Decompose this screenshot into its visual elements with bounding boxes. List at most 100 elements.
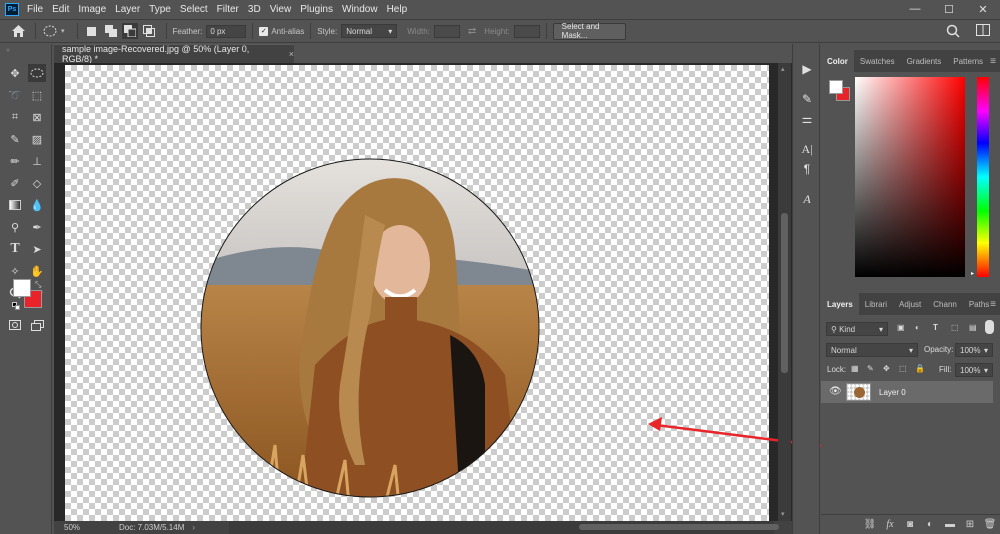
- group-folder-icon[interactable]: ▬: [940, 519, 960, 530]
- eraser-tool-icon[interactable]: ◇: [28, 174, 46, 192]
- panel-menu-icon[interactable]: ≡: [990, 299, 996, 310]
- menu-help[interactable]: Help: [387, 4, 408, 15]
- foreground-color-swatch[interactable]: [13, 279, 31, 297]
- link-icon[interactable]: ⛓: [860, 519, 880, 530]
- menu-type[interactable]: Type: [149, 4, 171, 15]
- pen-tool-icon[interactable]: ✒: [28, 218, 46, 236]
- maximize-button[interactable]: ☐: [932, 0, 966, 18]
- visibility-eye-icon[interactable]: 👁: [829, 386, 842, 397]
- select-and-mask-button[interactable]: Select and Mask...: [552, 22, 626, 40]
- healing-brush-tool-icon[interactable]: ▨: [28, 130, 46, 148]
- horizontal-scroll-thumb[interactable]: [579, 524, 779, 530]
- blend-mode-select[interactable]: Normal ▾: [826, 343, 918, 357]
- lock-transparent-pixels-icon[interactable]: ▦: [851, 364, 859, 373]
- eyedropper-tool-icon[interactable]: ✎: [6, 130, 24, 148]
- fx-icon[interactable]: fx: [880, 519, 900, 530]
- tab-adjustments[interactable]: Adjust: [893, 293, 927, 315]
- filter-pixel-icon[interactable]: ▣: [897, 323, 905, 332]
- screen-mode-icon[interactable]: [28, 316, 46, 334]
- gradient-tool-icon[interactable]: [6, 196, 24, 214]
- brush-settings-icon[interactable]: ✎: [798, 90, 816, 108]
- fill-input[interactable]: 100% ▾: [955, 363, 993, 377]
- intersect-selection-icon[interactable]: [141, 23, 157, 39]
- quick-mask-icon[interactable]: [6, 316, 24, 334]
- path-selection-tool-icon[interactable]: ➤: [28, 240, 46, 258]
- close-button[interactable]: ✕: [966, 0, 1000, 18]
- swap-colors-icon[interactable]: ⤡: [35, 280, 41, 290]
- filter-adjustment-icon[interactable]: ◐: [915, 323, 920, 332]
- lock-position-icon[interactable]: ✥: [883, 364, 890, 373]
- horizontal-scrollbar[interactable]: [229, 521, 779, 534]
- history-brush-tool-icon[interactable]: ✐: [6, 174, 24, 192]
- tab-layers[interactable]: Layers: [821, 293, 859, 315]
- menu-select[interactable]: Select: [180, 4, 208, 15]
- menu-plugins[interactable]: Plugins: [300, 4, 333, 15]
- workspace-icon[interactable]: [976, 24, 990, 39]
- close-document-icon[interactable]: ×: [289, 49, 294, 59]
- adjustment-icon[interactable]: ◐: [920, 519, 940, 530]
- new-selection-icon[interactable]: [84, 23, 100, 39]
- add-to-selection-icon[interactable]: [103, 23, 119, 39]
- color-panel-foreground-swatch[interactable]: [829, 80, 843, 94]
- scroll-up-icon[interactable]: ▴: [781, 65, 785, 73]
- blur-tool-icon[interactable]: 💧: [28, 196, 46, 214]
- layer-kind-filter[interactable]: ⚲ Kind ▾: [826, 322, 888, 336]
- tab-libraries[interactable]: Librari: [859, 293, 893, 315]
- antialias-checkbox[interactable]: ✓: [259, 26, 269, 36]
- adjustments-sliders-icon[interactable]: ⚌: [798, 110, 816, 128]
- menu-3d[interactable]: 3D: [248, 4, 261, 15]
- menu-window[interactable]: Window: [342, 4, 378, 15]
- new-layer-icon[interactable]: ⊞: [960, 519, 980, 530]
- swap-width-height-icon[interactable]: ⇄: [468, 26, 476, 37]
- default-colors-icon[interactable]: [12, 302, 20, 310]
- hue-slider-marker-icon[interactable]: ▸: [971, 270, 974, 277]
- trash-icon[interactable]: 🗑: [980, 519, 1000, 530]
- scroll-down-icon[interactable]: ▾: [781, 510, 785, 518]
- layer-name[interactable]: Layer 0: [879, 388, 906, 397]
- filter-type-icon[interactable]: T: [933, 323, 938, 332]
- clone-stamp-tool-icon[interactable]: ⊥: [28, 152, 46, 170]
- chevron-down-icon[interactable]: ▾: [61, 27, 65, 35]
- tab-gradients[interactable]: Gradients: [901, 50, 948, 72]
- lock-all-icon[interactable]: 🔒: [915, 364, 925, 373]
- filter-toggle[interactable]: [985, 320, 994, 334]
- shape-tool-icon[interactable]: ✧: [6, 262, 24, 280]
- crop-tool-icon[interactable]: ⌗: [6, 108, 24, 126]
- minimize-button[interactable]: —: [898, 0, 932, 18]
- menu-filter[interactable]: Filter: [217, 4, 239, 15]
- frame-tool-icon[interactable]: ⊠: [28, 108, 46, 126]
- mask-icon[interactable]: ◙: [900, 519, 920, 530]
- style-select[interactable]: Normal ▾: [341, 24, 398, 38]
- home-icon[interactable]: [10, 23, 26, 39]
- hand-tool-icon[interactable]: ✋: [28, 262, 46, 280]
- zoom-level[interactable]: 50%: [64, 523, 99, 532]
- move-tool-icon[interactable]: ✥: [6, 64, 24, 82]
- color-picker-field[interactable]: [855, 77, 965, 277]
- menu-image[interactable]: Image: [78, 4, 106, 15]
- menu-file[interactable]: File: [27, 4, 43, 15]
- subtract-from-selection-icon[interactable]: [121, 23, 138, 39]
- feather-input[interactable]: 0 px: [206, 24, 247, 38]
- vertical-scroll-thumb[interactable]: [781, 213, 788, 373]
- tab-swatches[interactable]: Swatches: [854, 50, 901, 72]
- dodge-tool-icon[interactable]: ⚲: [6, 218, 24, 236]
- lasso-tool-icon[interactable]: ➰: [6, 86, 24, 104]
- filter-smart-object-icon[interactable]: ▤: [969, 323, 977, 332]
- panel-menu-icon[interactable]: ≡: [990, 56, 996, 67]
- width-input[interactable]: [433, 24, 460, 38]
- document-tab[interactable]: sample image-Recovered.jpg @ 50% (Layer …: [54, 44, 294, 64]
- document-info[interactable]: Doc: 7.03M/5.14M: [119, 523, 184, 532]
- play-actions-icon[interactable]: ▶: [798, 60, 816, 78]
- tab-color[interactable]: Color: [821, 50, 854, 72]
- layer-row[interactable]: 👁 Layer 0: [821, 381, 993, 403]
- menu-layer[interactable]: Layer: [115, 4, 140, 15]
- menu-edit[interactable]: Edit: [52, 4, 69, 15]
- collapse-icon[interactable]: »: [6, 47, 10, 54]
- character-panel-icon[interactable]: A|: [798, 140, 816, 158]
- search-icon[interactable]: [946, 24, 960, 40]
- height-input[interactable]: [513, 24, 540, 38]
- status-menu-icon[interactable]: ›: [192, 523, 195, 532]
- opacity-input[interactable]: 100% ▾: [955, 343, 993, 357]
- brush-tool-icon[interactable]: ✏: [6, 152, 24, 170]
- tab-patterns[interactable]: Patterns: [947, 50, 989, 72]
